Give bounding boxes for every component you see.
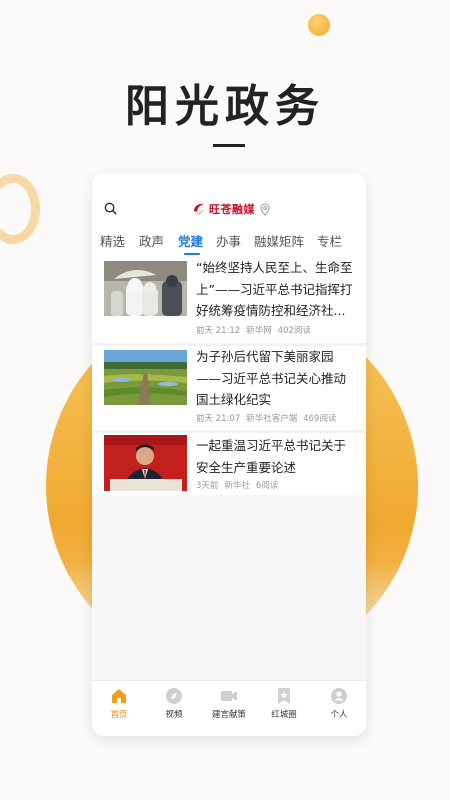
tab-dangjian[interactable]: 党建 (178, 231, 203, 250)
tab-rongmei-matrix[interactable]: 融媒矩阵 (254, 231, 304, 250)
news-thumbnail (104, 261, 187, 316)
hero-title: 阳光政务 (125, 81, 325, 132)
phone-screen: 旺苍融媒 精选 政声 党建 办事 融媒矩阵 专栏 “始终坚持人民至上、生命至上”… (92, 173, 366, 736)
news-time: 前天 21:12 (196, 326, 241, 336)
brand-name: 旺苍融媒 (209, 203, 255, 216)
news-thumbnail (104, 435, 187, 491)
news-item[interactable]: 为子孙后代留下美丽家园——习近平总书记关心推动国土绿化纪实 前天 21:07 新华… (92, 346, 366, 430)
bookmark-star-icon (278, 688, 290, 704)
nav-label: 视频 (165, 710, 183, 720)
home-icon (112, 689, 126, 703)
news-title: 为子孙后代留下美丽家园——习近平总书记关心推动国土绿化纪实 (196, 349, 347, 407)
search-icon[interactable] (104, 202, 117, 215)
news-title: 一起重温习近平总书记关于安全生产重要论述 (196, 438, 347, 475)
nav-label: 首页 (110, 710, 128, 720)
grassland-photo (104, 350, 187, 405)
location-pin-icon[interactable] (260, 203, 270, 216)
decor-small-circle (308, 14, 330, 36)
nav-suggestions[interactable]: 建言献策 (202, 681, 256, 736)
tab-banshi[interactable]: 办事 (216, 231, 241, 250)
news-time: 前天 21:07 (196, 414, 241, 424)
tab-zhuanlan[interactable]: 专栏 (317, 231, 342, 250)
hero-underline (213, 144, 245, 147)
news-meta: 前天 21:12 新华网 402阅读 (196, 324, 317, 336)
news-source: 新华社客户端 (246, 414, 298, 424)
channel-tabs: 精选 政声 党建 办事 融媒矩阵 专栏 (92, 231, 366, 257)
video-icon (166, 688, 182, 704)
news-meta: 前天 21:07 新华社客户端 469阅读 (196, 412, 342, 424)
news-reads: 6阅读 (255, 481, 279, 491)
empty-area (92, 495, 366, 680)
bottom-nav: 首页 视频 建言献策 红城圈 个人 (92, 680, 366, 736)
active-tab-indicator (184, 253, 200, 255)
camera-icon (221, 691, 237, 701)
user-icon (331, 688, 347, 704)
brand: 旺苍融媒 (192, 201, 255, 217)
news-reads: 402阅读 (277, 326, 311, 336)
news-meta: 3天前 新华社 6阅读 (196, 479, 284, 491)
tab-jingxuan[interactable]: 精选 (100, 231, 125, 250)
nav-home[interactable]: 首页 (92, 681, 146, 736)
news-item[interactable]: “始终坚持人民至上、生命至上”——习近平总书记指挥打好统筹疫情防控和经济社...… (92, 257, 366, 343)
medical-workers-photo (104, 261, 187, 316)
brand-logo-icon (194, 203, 204, 215)
news-time: 3天前 (196, 481, 219, 491)
nav-label: 个人 (330, 710, 348, 720)
speaker-photo (104, 435, 187, 491)
news-reads: 469阅读 (303, 414, 337, 424)
decor-ring (0, 174, 40, 244)
news-thumbnail (104, 350, 187, 405)
news-source: 新华社 (224, 481, 250, 491)
nav-hongchengquan[interactable]: 红城圈 (257, 681, 311, 736)
nav-video[interactable]: 视频 (147, 681, 201, 736)
nav-label: 红城圈 (271, 710, 297, 720)
news-title: “始终坚持人民至上、生命至上”——习近平总书记指挥打好统筹疫情防控和经济社... (196, 260, 353, 318)
news-item[interactable]: 一起重温习近平总书记关于安全生产重要论述 3天前 新华社 6阅读 (92, 433, 366, 495)
app-header: 旺苍融媒 (92, 173, 366, 223)
tab-zhengsheng[interactable]: 政声 (139, 231, 164, 250)
nav-profile[interactable]: 个人 (312, 681, 366, 736)
nav-label: 建言献策 (211, 710, 246, 720)
news-source: 新华网 (246, 326, 272, 336)
